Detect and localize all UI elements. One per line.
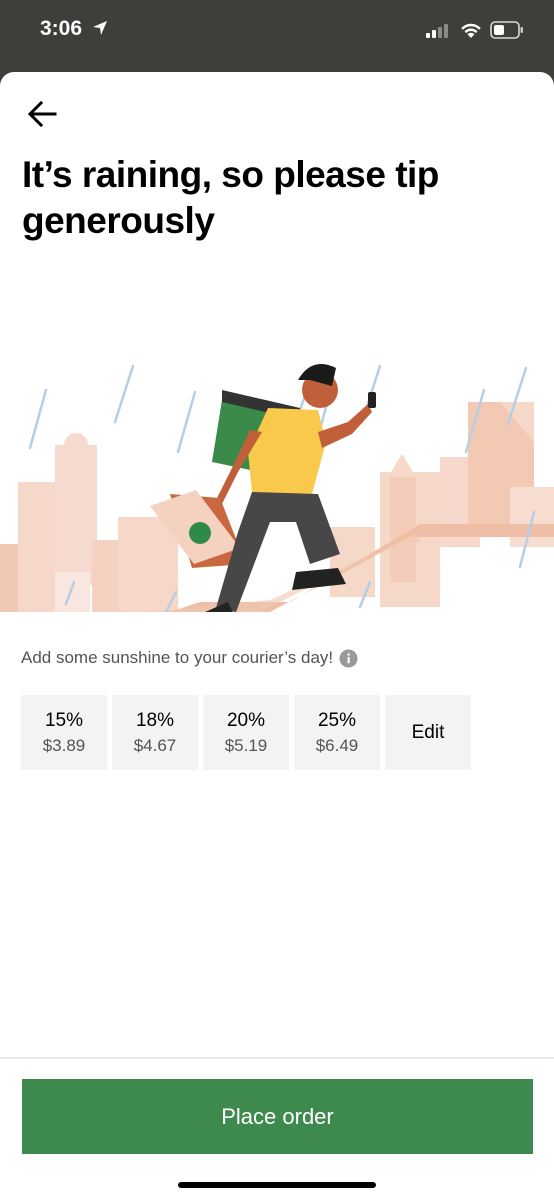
tip-percent: 18% (135, 709, 175, 731)
tip-amount: $3.89 (42, 735, 86, 755)
back-arrow-icon (27, 101, 57, 127)
back-button[interactable] (22, 94, 62, 134)
tip-percent: 20% (226, 709, 266, 731)
tip-edit-button[interactable]: Edit (385, 695, 471, 770)
tip-amount: $6.49 (315, 735, 359, 755)
tip-option-15[interactable]: 15% $3.89 (21, 695, 107, 770)
info-icon[interactable] (339, 648, 358, 668)
tip-sheet: It’s raining, so please tip generously A… (0, 72, 554, 1200)
status-time: 3:06 (40, 17, 83, 40)
tip-percent: 25% (317, 709, 357, 731)
page-title: It’s raining, so please tip generously (22, 154, 439, 241)
tip-option-18[interactable]: 18% $4.67 (112, 695, 198, 770)
place-order-button[interactable]: Place order (22, 1079, 533, 1154)
tip-option-20[interactable]: 20% $5.19 (203, 695, 289, 770)
tip-options: 15% $3.89 18% $4.67 20% $5.19 25% $6.49 … (21, 695, 471, 770)
tip-subtitle-row: Add some sunshine to your courier’s day! (21, 646, 358, 670)
tip-percent: 15% (44, 709, 84, 731)
tip-subtitle: Add some sunshine to your courier’s day! (21, 648, 334, 667)
tip-option-25[interactable]: 25% $6.49 (294, 695, 380, 770)
status-bar: 3:06 (0, 0, 554, 72)
footer-divider (0, 1057, 554, 1059)
home-indicator (178, 1182, 376, 1188)
wifi-icon (459, 21, 483, 44)
courier-in-rain-illustration (0, 282, 554, 634)
tip-amount: $4.67 (133, 735, 177, 755)
tip-amount: $5.19 (224, 735, 268, 755)
location-arrow-icon (92, 20, 108, 41)
cellular-signal-icon (426, 24, 452, 43)
battery-icon (490, 21, 524, 44)
